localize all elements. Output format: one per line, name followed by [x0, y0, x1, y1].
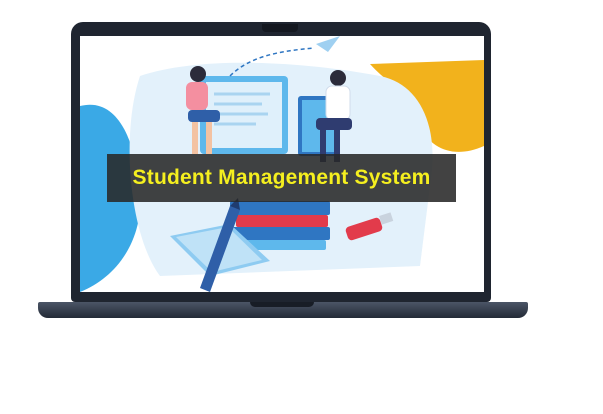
page-title: Student Management System	[132, 166, 431, 189]
laptop-screen: Student Management System	[80, 36, 484, 292]
title-banner: Student Management System	[107, 154, 456, 202]
camera-notch	[262, 24, 298, 32]
laptop-base-notch	[250, 302, 314, 307]
laptop: Student Management System	[0, 0, 603, 414]
